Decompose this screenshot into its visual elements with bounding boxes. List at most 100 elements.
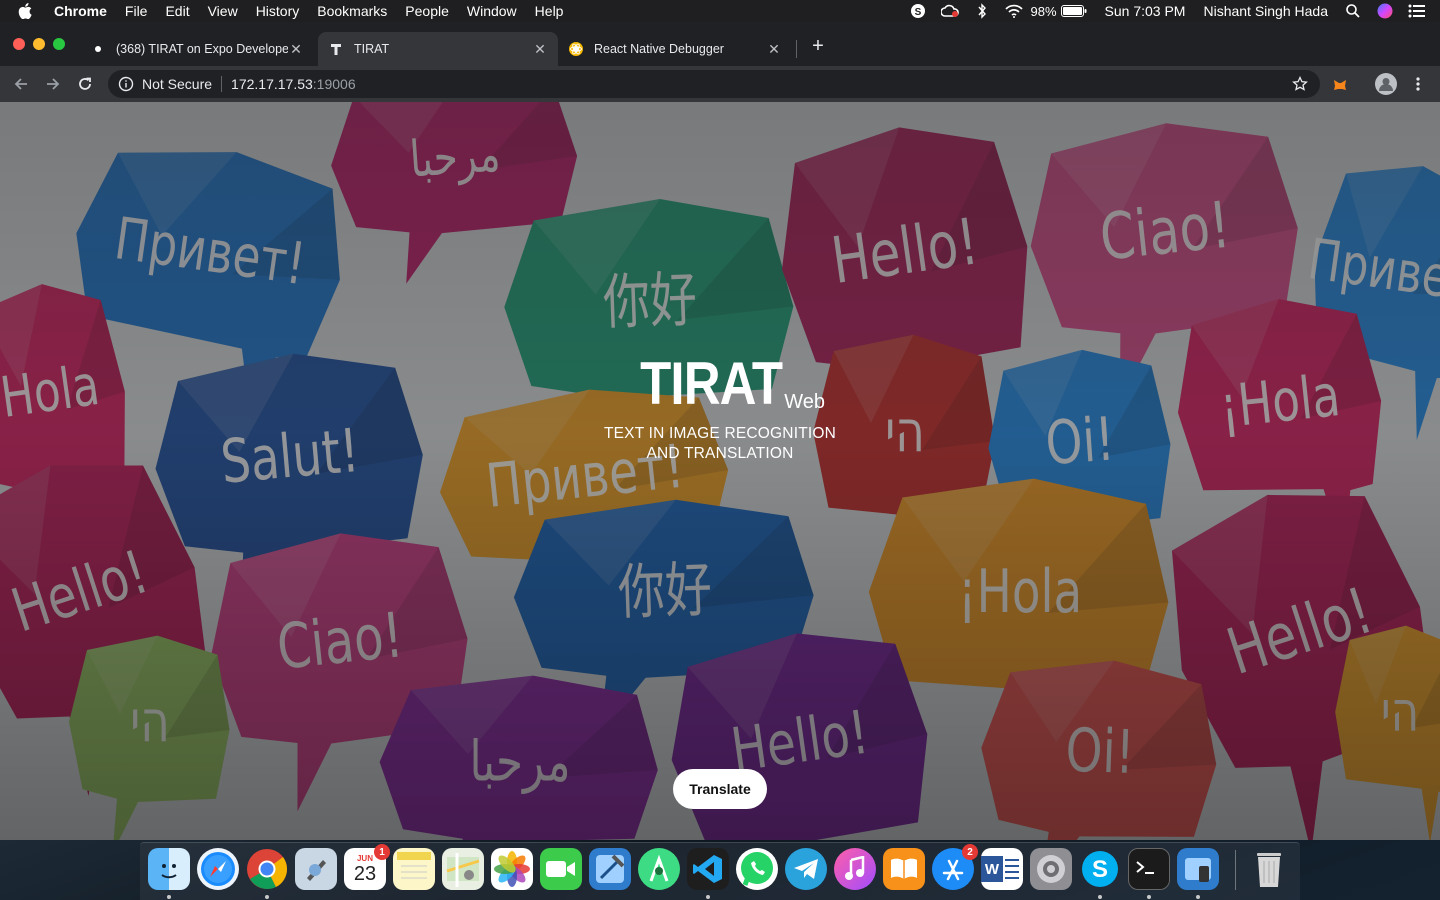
running-indicator	[167, 895, 171, 899]
menu-bookmarks[interactable]: Bookmarks	[317, 3, 387, 19]
menu-history[interactable]: History	[256, 3, 300, 19]
xcode-icon[interactable]	[589, 848, 631, 890]
reload-button[interactable]	[72, 71, 98, 97]
menu-file[interactable]: File	[125, 3, 148, 19]
back-button[interactable]	[8, 71, 34, 97]
info-icon[interactable]	[118, 76, 134, 92]
siri-icon[interactable]	[1376, 3, 1394, 19]
tab-tirat[interactable]: TIRAT ✕	[318, 32, 558, 66]
svg-text:S: S	[1092, 856, 1108, 883]
menu-view[interactable]: View	[208, 3, 238, 19]
calendar-day: 23	[353, 862, 377, 885]
android-studio-icon[interactable]	[638, 848, 680, 890]
browser-toolbar: Not Secure 172.17.17.53:19006	[0, 66, 1440, 102]
brand-logo: TIRAT Web	[615, 350, 825, 417]
photos-icon[interactable]	[491, 848, 533, 890]
maps-icon[interactable]	[442, 848, 484, 890]
minimize-window-button[interactable]	[33, 38, 45, 50]
wifi-icon[interactable]	[1004, 3, 1023, 19]
page-viewport: مرحباПривет!你好Hello!Ciao!Привет!HolaSalu…	[0, 102, 1440, 840]
tab-react-native-debugger[interactable]: React Native Debugger ✕	[558, 32, 792, 66]
dark-overlay	[0, 102, 1440, 840]
safari-icon[interactable]	[197, 848, 239, 890]
calendar-month: JUN	[356, 853, 373, 863]
menu-help[interactable]: Help	[535, 3, 564, 19]
menu-window[interactable]: Window	[467, 3, 517, 19]
finder-icon[interactable]	[148, 848, 190, 890]
terminal-icon[interactable]	[1128, 848, 1170, 890]
creative-cloud-icon[interactable]	[940, 3, 959, 19]
profile-avatar[interactable]	[1375, 73, 1397, 95]
simulator-icon[interactable]	[1177, 848, 1219, 890]
running-indicator	[1196, 895, 1200, 899]
notification-center-icon[interactable]	[1408, 3, 1426, 19]
app-store-icon[interactable]: 2	[932, 844, 978, 890]
menu-app-name[interactable]: Chrome	[54, 3, 107, 19]
hero: TIRAT Web TEXT IN IMAGE RECOGNITION AND …	[0, 350, 1440, 464]
app-store-badge: 2	[962, 844, 978, 860]
tab-separator	[796, 40, 797, 58]
maximize-window-button[interactable]	[53, 38, 65, 50]
close-tab-icon[interactable]: ✕	[532, 41, 548, 57]
word-icon[interactable]: W	[981, 848, 1023, 890]
forward-button[interactable]	[40, 71, 66, 97]
react-debugger-favicon-icon	[568, 41, 584, 57]
running-indicator	[1098, 895, 1102, 899]
calendar-icon[interactable]: JUN 23 1	[344, 844, 390, 890]
translate-button[interactable]: Translate	[673, 769, 767, 809]
bluetooth-icon[interactable]	[973, 3, 991, 19]
macos-menu-bar: Chrome File Edit View History Bookmarks …	[0, 0, 1440, 22]
new-tab-button[interactable]: +	[808, 35, 828, 57]
notes-icon[interactable]	[393, 848, 435, 890]
system-preferences-icon[interactable]	[1030, 848, 1072, 890]
brand-title: TIRAT	[640, 350, 783, 417]
menu-edit[interactable]: Edit	[165, 3, 189, 19]
close-window-button[interactable]	[13, 38, 25, 50]
close-tab-icon[interactable]: ✕	[766, 41, 782, 57]
skype-icon[interactable]: S	[1079, 848, 1121, 890]
tab-strip: (368) TIRAT on Expo Developer ✕ TIRAT ✕ …	[0, 22, 1440, 66]
running-indicator	[1147, 895, 1151, 899]
dock-divider	[1235, 850, 1236, 890]
tab-title: (368) TIRAT on Expo Developer	[116, 42, 288, 56]
menu-clock[interactable]: Sun 7:03 PM	[1105, 3, 1186, 19]
omnibox-divider	[221, 76, 223, 92]
bookmark-star-icon[interactable]	[1292, 75, 1308, 92]
tagline-line-1: TEXT IN IMAGE RECOGNITION	[603, 425, 837, 442]
books-icon[interactable]	[883, 848, 925, 890]
security-label[interactable]: Not Secure	[142, 76, 212, 92]
mail-stamp-icon[interactable]	[295, 848, 337, 890]
url-port: :19006	[312, 76, 356, 92]
tab-title: TIRAT	[354, 42, 390, 56]
brand-suffix: Web	[784, 391, 825, 413]
chrome-menu-icon[interactable]	[1410, 76, 1426, 92]
itunes-icon[interactable]	[834, 848, 876, 890]
tab-title: React Native Debugger	[594, 42, 724, 56]
apple-icon[interactable]	[18, 3, 36, 19]
expo-favicon-icon	[90, 41, 106, 57]
battery-percent: 98%	[1030, 3, 1057, 19]
menu-people[interactable]: People	[405, 3, 449, 19]
vscode-icon[interactable]	[687, 848, 729, 890]
spotlight-search-icon[interactable]	[1344, 3, 1362, 19]
tagline-line-2: AND TRANSLATION	[646, 445, 794, 462]
metamask-extension-icon[interactable]	[1332, 77, 1348, 93]
whatsapp-icon[interactable]	[736, 848, 778, 890]
running-indicator	[265, 895, 269, 899]
chrome-icon[interactable]	[246, 848, 288, 890]
battery-icon[interactable]	[1060, 3, 1087, 19]
skype-status-icon[interactable]: S	[909, 3, 927, 19]
address-bar[interactable]: Not Secure 172.17.17.53:19006	[108, 70, 1320, 98]
telegram-icon[interactable]	[785, 848, 827, 890]
menu-user-name[interactable]: Nishant Singh Hada	[1203, 3, 1328, 19]
tirat-favicon-icon	[328, 41, 344, 57]
tab-expo-developer[interactable]: (368) TIRAT on Expo Developer ✕	[80, 32, 314, 66]
close-tab-icon[interactable]: ✕	[288, 41, 304, 57]
url-host: 172.17.17.53	[231, 76, 313, 92]
svg-text:S: S	[914, 7, 921, 18]
calendar-badge: 1	[374, 844, 390, 860]
chrome-window: (368) TIRAT on Expo Developer ✕ TIRAT ✕ …	[0, 22, 1440, 840]
trash-icon[interactable]	[1248, 848, 1290, 890]
facetime-icon[interactable]	[540, 848, 582, 890]
tagline: TEXT IN IMAGE RECOGNITION AND TRANSLATIO…	[0, 424, 1440, 464]
